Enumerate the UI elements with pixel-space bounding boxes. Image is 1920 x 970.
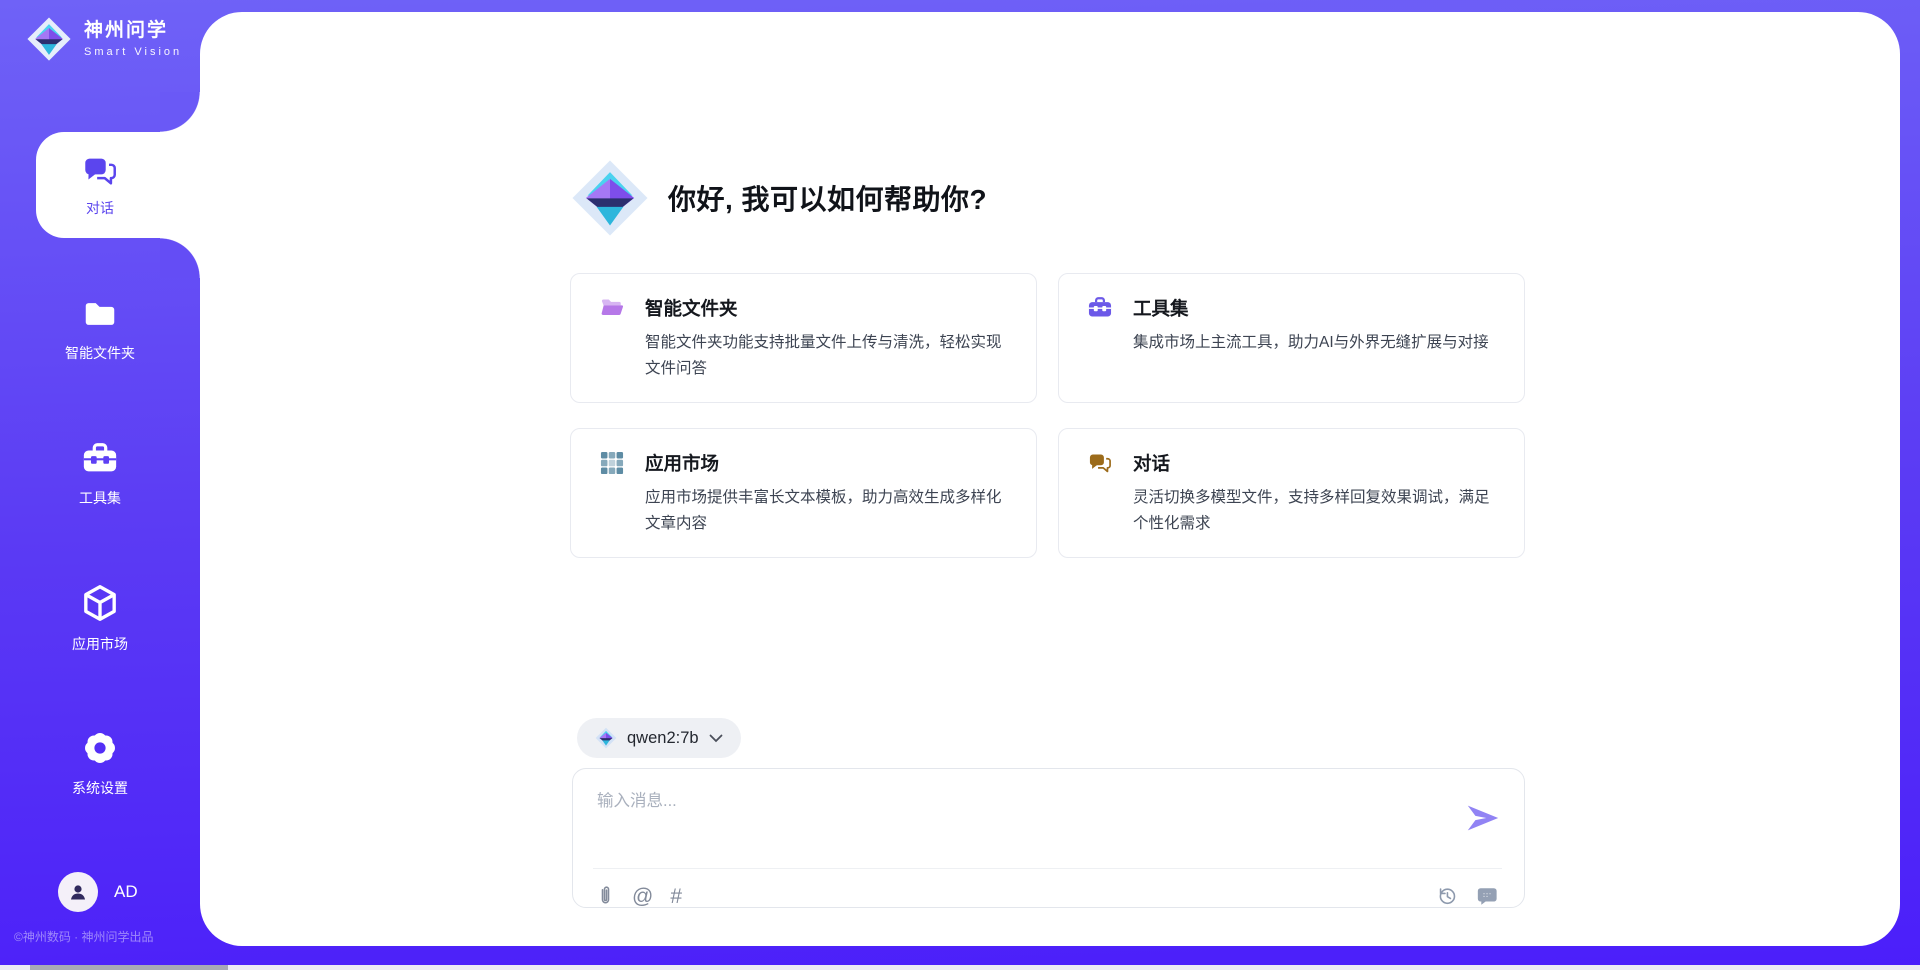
sidebar-item-label: 应用市场: [72, 634, 128, 654]
folder-open-icon: [599, 295, 625, 321]
card-title: 对话: [1133, 450, 1170, 476]
model-name: qwen2:7b: [627, 729, 699, 748]
composer-toolbar: @ #: [573, 877, 1524, 915]
grid-icon: [599, 450, 625, 476]
comment-icon[interactable]: [1476, 885, 1498, 907]
sidebar-item-label: 系统设置: [72, 778, 128, 798]
sidebar-item-label: 智能文件夹: [65, 343, 135, 363]
card-description: 智能文件夹功能支持批量文件上传与清洗，轻松实现文件问答: [645, 330, 1016, 382]
folder-icon: [81, 295, 119, 333]
chevron-down-icon: [709, 734, 723, 743]
at-icon[interactable]: @: [632, 886, 653, 907]
sidebar-item-settings[interactable]: 系统设置: [0, 728, 200, 798]
chat-icon: [81, 152, 119, 190]
user-initials: AD: [114, 882, 138, 902]
brand-name: 神州问学: [84, 20, 182, 43]
message-input[interactable]: [595, 785, 1459, 861]
history-icon[interactable]: [1436, 885, 1458, 907]
sidebar: 神州问学 Smart Vision 对话: [0, 0, 200, 970]
scrollbar-thumb[interactable]: [30, 965, 228, 970]
composer-divider: [593, 868, 1502, 869]
feature-cards: 智能文件夹 智能文件夹功能支持批量文件上传与清洗，轻松实现文件问答 工具集: [570, 273, 1525, 558]
card-app-market[interactable]: 应用市场 应用市场提供丰富长文本模板，助力高效生成多样化文章内容: [570, 428, 1037, 558]
user-avatar-icon: [66, 880, 90, 904]
card-chat[interactable]: 对话 灵活切换多模型文件，支持多样回复效果调试，满足个性化需求: [1058, 428, 1525, 558]
sidebar-item-chat[interactable]: 对话: [36, 132, 202, 238]
diamond-logo-icon: [595, 727, 617, 749]
avatar: [58, 872, 98, 912]
brand-tagline: Smart Vision: [84, 46, 182, 58]
greeting-title: 你好, 我可以如何帮助你?: [668, 178, 987, 218]
card-title: 智能文件夹: [645, 295, 738, 321]
sidebar-item-label: 工具集: [79, 488, 121, 508]
user-profile[interactable]: AD: [0, 872, 200, 912]
chat-icon: [1087, 450, 1113, 476]
greeting: 你好, 我可以如何帮助你?: [570, 158, 987, 238]
send-icon: [1464, 799, 1502, 837]
card-description: 集成市场上主流工具，助力AI与外界无缝扩展与对接: [1133, 330, 1504, 356]
diamond-logo-icon: [570, 158, 650, 238]
card-title: 工具集: [1133, 295, 1189, 321]
toolbox-icon: [81, 440, 119, 478]
message-composer: @ #: [572, 768, 1525, 908]
sidebar-item-smart-folder[interactable]: 智能文件夹: [0, 295, 200, 363]
paperclip-icon[interactable]: [595, 885, 615, 907]
hash-icon[interactable]: #: [670, 886, 682, 907]
active-tab-curve-bottom: [160, 238, 200, 278]
sidebar-item-toolset[interactable]: 工具集: [0, 440, 200, 508]
horizontal-scrollbar[interactable]: [0, 965, 1920, 970]
toolbox-icon: [1087, 295, 1113, 321]
send-button[interactable]: [1464, 799, 1502, 837]
card-description: 灵活切换多模型文件，支持多样回复效果调试，满足个性化需求: [1133, 485, 1504, 537]
sidebar-item-app-market[interactable]: 应用市场: [0, 582, 200, 654]
cube-icon: [79, 582, 121, 624]
gear-icon: [80, 728, 120, 768]
diamond-logo-icon: [26, 16, 72, 62]
card-description: 应用市场提供丰富长文本模板，助力高效生成多样化文章内容: [645, 485, 1016, 537]
active-tab-curve-top: [160, 92, 200, 132]
model-selector[interactable]: qwen2:7b: [577, 718, 741, 758]
card-smart-folder[interactable]: 智能文件夹 智能文件夹功能支持批量文件上传与清洗，轻松实现文件问答: [570, 273, 1037, 403]
sidebar-item-label: 对话: [86, 198, 114, 218]
copyright-text: ©神州数码 · 神州问学出品: [14, 928, 198, 945]
card-title: 应用市场: [645, 450, 719, 476]
brand: 神州问学 Smart Vision: [26, 16, 182, 62]
card-toolset[interactable]: 工具集 集成市场上主流工具，助力AI与外界无缝扩展与对接: [1058, 273, 1525, 403]
